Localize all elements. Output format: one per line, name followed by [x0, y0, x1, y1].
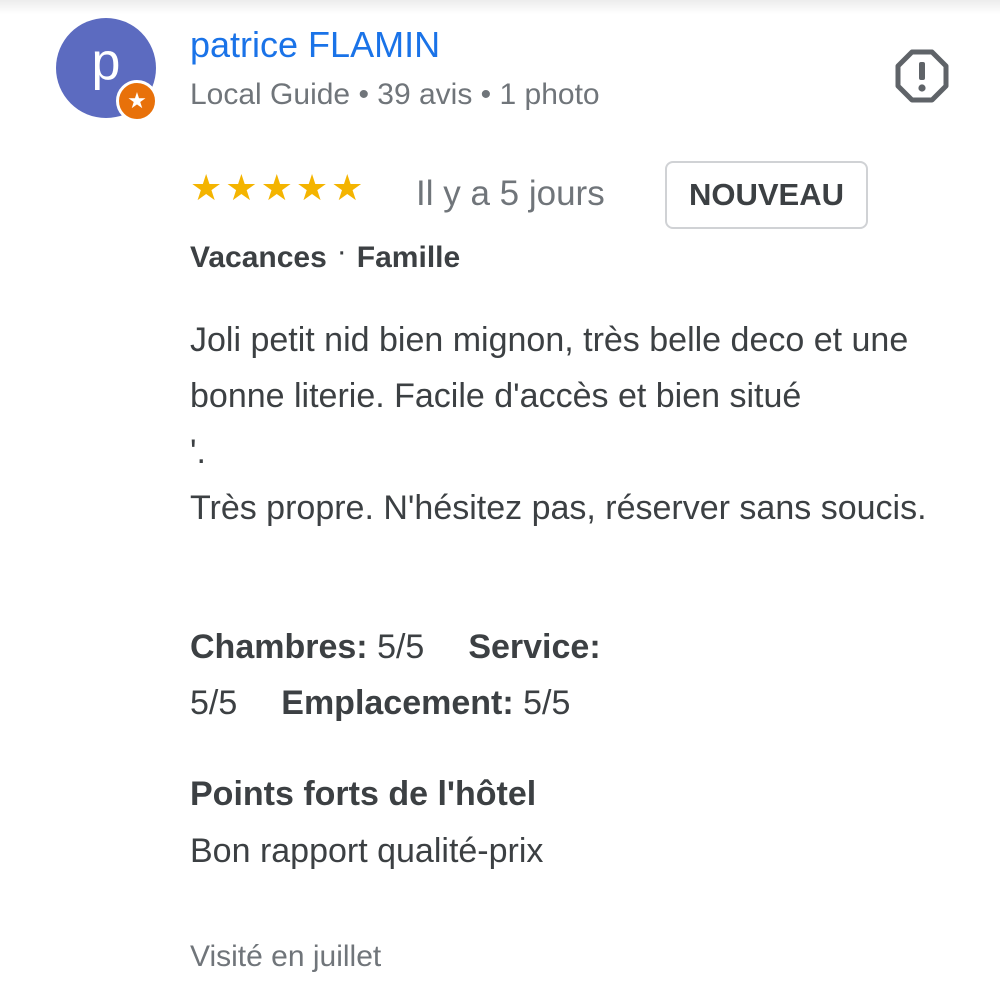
report-icon[interactable]	[894, 48, 950, 104]
star-icon: ★	[190, 168, 223, 209]
review-text: Joli petit nid bien mignon, très belle d…	[190, 321, 927, 527]
star-rating: ★ ★ ★ ★ ★	[190, 168, 363, 210]
highlights-text: Bon rapport qualité-prix	[190, 832, 544, 870]
local-guide-badge-star-icon: ★	[116, 80, 158, 122]
star-icon: ★	[331, 168, 364, 209]
author-name[interactable]: patrice FLAMIN	[190, 24, 440, 66]
new-badge: NOUVEAU	[665, 161, 868, 229]
rooms-label: Chambres:	[190, 628, 368, 666]
visited-date: Visité en juillet	[190, 940, 382, 973]
location-label: Emplacement:	[281, 684, 514, 722]
trip-separator: ·	[336, 235, 347, 268]
author-meta: Local Guide • 39 avis • 1 photo	[190, 78, 600, 111]
review-date: Il y a 5 jours	[416, 174, 605, 213]
star-icon: ★	[295, 168, 329, 209]
rating-line: 5/5 Emplacement: 5/5	[190, 675, 570, 731]
location-value: 5/5	[523, 684, 571, 722]
trip-company: Famille	[356, 241, 461, 274]
star-icon: ★	[260, 168, 293, 209]
avatar-initial: p	[91, 33, 121, 91]
service-value: 5/5	[190, 684, 238, 722]
trip-type: Vacances	[190, 241, 327, 274]
service-label: Service:	[468, 628, 601, 666]
highlights-title: Points forts de l'hôtel	[190, 775, 537, 813]
top-shadow	[0, 0, 1000, 14]
rooms-value: 5/5	[377, 628, 425, 666]
star-icon: ★	[225, 168, 258, 209]
trip-info: Vacances · Famille	[190, 235, 461, 275]
rating-line: Chambres: 5/5 Service:	[190, 619, 601, 675]
